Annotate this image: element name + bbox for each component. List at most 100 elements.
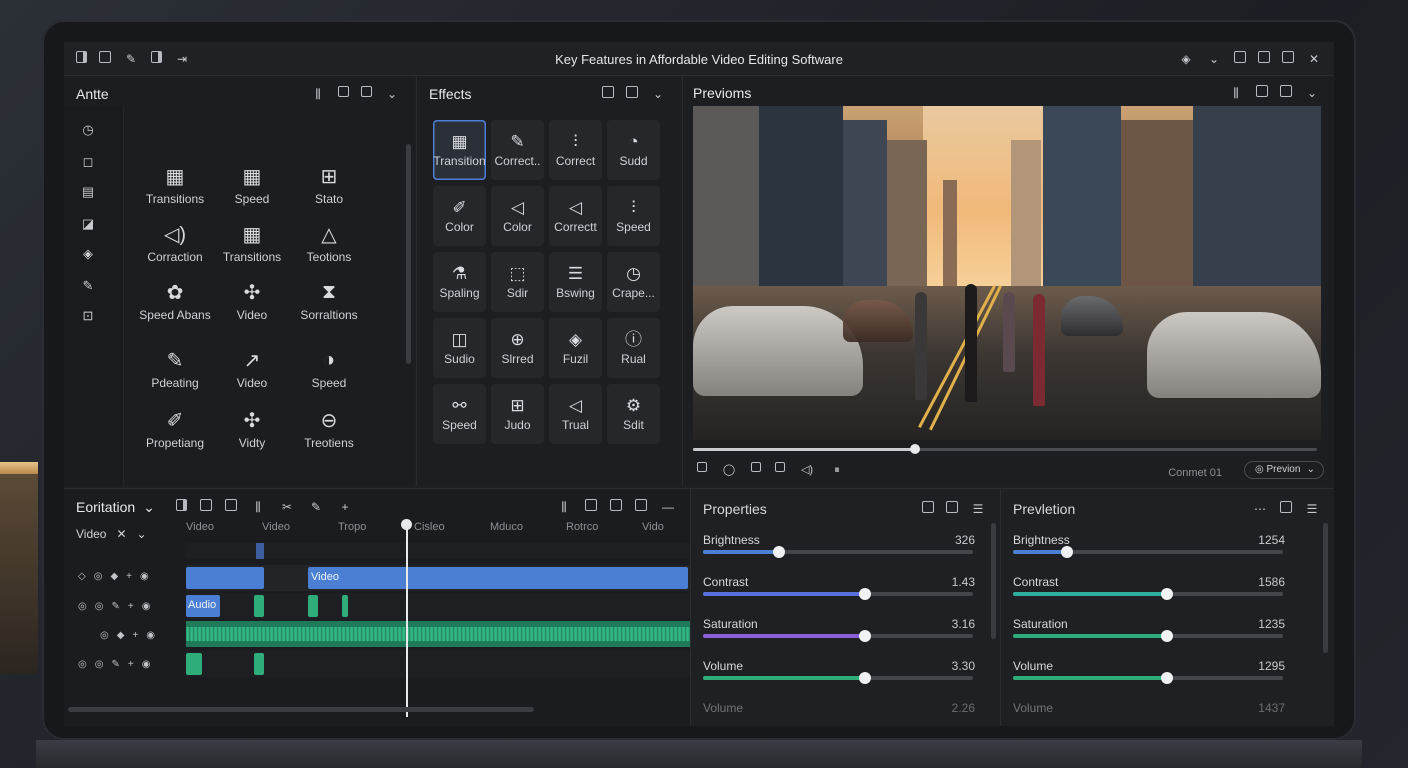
diamond-icon[interactable]: ◆ <box>117 630 125 641</box>
audio-waveform[interactable] <box>186 621 690 647</box>
diamond-icon[interactable]: ◆ <box>110 571 118 582</box>
more-icon[interactable]: ⋯ <box>1252 501 1268 517</box>
audio-clip[interactable] <box>342 595 348 617</box>
effect-tile[interactable]: ◁ Color <box>491 186 544 246</box>
pause-icon[interactable]: ⏸ <box>829 462 845 478</box>
visibility-icon[interactable]: ◎ <box>78 601 87 612</box>
asset-item[interactable]: ▦ Speed <box>209 164 295 214</box>
settings-icon[interactable]: ◉ <box>142 659 151 670</box>
effect-tile[interactable]: ◷ Crape... <box>607 252 660 312</box>
columns-icon[interactable]: ⫼ <box>310 86 326 102</box>
restore-icon[interactable] <box>1282 51 1294 63</box>
effect-tile[interactable]: ⊞ Judo <box>491 384 544 444</box>
effect-tile[interactable]: ✐ Color <box>433 186 486 246</box>
settings-icon[interactable]: ◉ <box>140 571 149 582</box>
asset-item[interactable]: ⊖ Treotiens <box>286 408 372 458</box>
chevron-down-icon[interactable]: ⌄ <box>1304 85 1320 101</box>
lock-icon[interactable]: ◎ <box>100 630 109 641</box>
slider-knob[interactable] <box>859 672 871 684</box>
lock-icon[interactable]: ◎ <box>94 571 103 582</box>
properties-scrollbar[interactable] <box>991 523 996 639</box>
preview-mode-select[interactable]: ◎ Previon ⌄ <box>1244 461 1324 479</box>
lock-icon[interactable]: ◎ <box>95 601 104 612</box>
slider-knob[interactable] <box>1160 672 1173 684</box>
effect-tile[interactable]: ⬚ Sdir <box>491 252 544 312</box>
chevron-down-icon[interactable]: ⌄ <box>1206 51 1222 67</box>
property-slider[interactable] <box>1013 546 1283 558</box>
audio-clip[interactable] <box>308 595 318 617</box>
window-icon[interactable] <box>1280 501 1292 513</box>
export-icon[interactable] <box>602 86 614 98</box>
comment-icon[interactable]: ◻ <box>80 154 96 170</box>
folder-icon[interactable] <box>338 86 349 97</box>
import-icon[interactable] <box>626 86 638 98</box>
marker-clip[interactable] <box>256 543 264 559</box>
video-clip[interactable] <box>186 567 264 589</box>
snapshot-icon[interactable] <box>775 462 785 472</box>
prevention-scrollbar[interactable] <box>1323 523 1328 653</box>
export-icon[interactable]: ⊡ <box>80 308 96 324</box>
property-slider[interactable] <box>1013 588 1283 600</box>
effect-tile[interactable]: ⚙ Sdit <box>607 384 660 444</box>
settings-icon[interactable]: ◉ <box>142 601 151 612</box>
scissors-icon[interactable]: ✂ <box>279 499 295 515</box>
settings-icon[interactable]: ◉ <box>146 630 155 641</box>
compass-icon[interactable]: ◈ <box>80 246 96 262</box>
record-icon[interactable]: ◯ <box>721 462 737 478</box>
preview-scrubber-handle[interactable] <box>909 444 920 454</box>
asset-item[interactable]: ✿ Speed Abans <box>132 280 218 330</box>
playhead-handle[interactable] <box>401 519 412 530</box>
audio-clip[interactable] <box>254 653 264 675</box>
effect-tile[interactable]: ◈ Fuzil <box>549 318 602 378</box>
menu-icon[interactable]: ☰ <box>1304 501 1320 517</box>
edit-box-icon[interactable] <box>946 501 958 513</box>
effect-tile[interactable]: ⓘ Rual <box>607 318 660 378</box>
export-icon[interactable] <box>922 501 934 513</box>
preview-scrubber[interactable] <box>693 444 1317 454</box>
split-icon[interactable]: ⫼ <box>250 499 266 515</box>
asset-item[interactable]: ▦ Transitions <box>132 164 218 214</box>
asset-item[interactable]: ✣ Vidty <box>209 408 295 458</box>
effect-tile[interactable]: ✎ Correct.. <box>491 120 544 180</box>
timeline-ruler[interactable]: Video Video Tropo Cisleo Mduco Rotrco Vido <box>186 521 690 539</box>
timeline-title[interactable]: Eoritation ⌄ <box>76 499 155 516</box>
layout-icon[interactable] <box>176 499 187 511</box>
assets-scrollbar[interactable] <box>406 144 411 364</box>
film-icon[interactable] <box>585 499 597 511</box>
close-icon[interactable]: ✕ <box>1306 51 1322 67</box>
slider-knob[interactable] <box>859 588 871 600</box>
slider-knob[interactable] <box>1061 546 1073 558</box>
chevron-down-icon[interactable]: ⌄ <box>650 86 666 102</box>
frame-icon[interactable] <box>697 462 707 472</box>
video-frame[interactable] <box>693 106 1321 440</box>
property-slider[interactable] <box>703 546 973 558</box>
property-slider[interactable] <box>703 588 973 600</box>
slider-knob[interactable] <box>859 630 871 642</box>
add-icon[interactable]: + <box>337 499 353 515</box>
shape-icon[interactable]: ◪ <box>80 216 96 232</box>
pen-icon[interactable]: ✎ <box>111 659 119 670</box>
slider-knob[interactable] <box>1160 588 1173 600</box>
minimize-icon[interactable]: — <box>660 499 676 515</box>
folder-icon[interactable] <box>1256 85 1268 97</box>
playhead-line[interactable] <box>406 521 408 717</box>
stop-icon[interactable] <box>751 462 761 472</box>
add-icon[interactable]: + <box>132 630 138 641</box>
visibility-icon[interactable]: ◇ <box>78 571 86 582</box>
compass-icon[interactable]: ◈ <box>1178 51 1194 67</box>
edit-box-icon[interactable] <box>1258 51 1270 63</box>
menu-icon[interactable]: ☰ <box>970 501 986 517</box>
asset-item[interactable]: ◁) Corraction <box>132 222 218 272</box>
effect-tile[interactable]: ◫ Sudio <box>433 318 486 378</box>
add-icon[interactable]: + <box>126 571 132 582</box>
audio-clip[interactable] <box>186 653 202 675</box>
text-icon[interactable] <box>610 499 622 511</box>
snap-icon[interactable] <box>225 499 237 511</box>
asset-item[interactable]: ⊞ Stato <box>286 164 372 214</box>
slider-knob[interactable] <box>1160 630 1173 642</box>
effect-tile[interactable]: ⫶ Correct <box>549 120 602 180</box>
add-icon[interactable]: + <box>128 601 134 612</box>
pencil-icon[interactable]: ✎ <box>308 499 324 515</box>
property-slider[interactable] <box>703 630 973 642</box>
chevron-down-icon[interactable]: ⌄ <box>384 86 400 102</box>
